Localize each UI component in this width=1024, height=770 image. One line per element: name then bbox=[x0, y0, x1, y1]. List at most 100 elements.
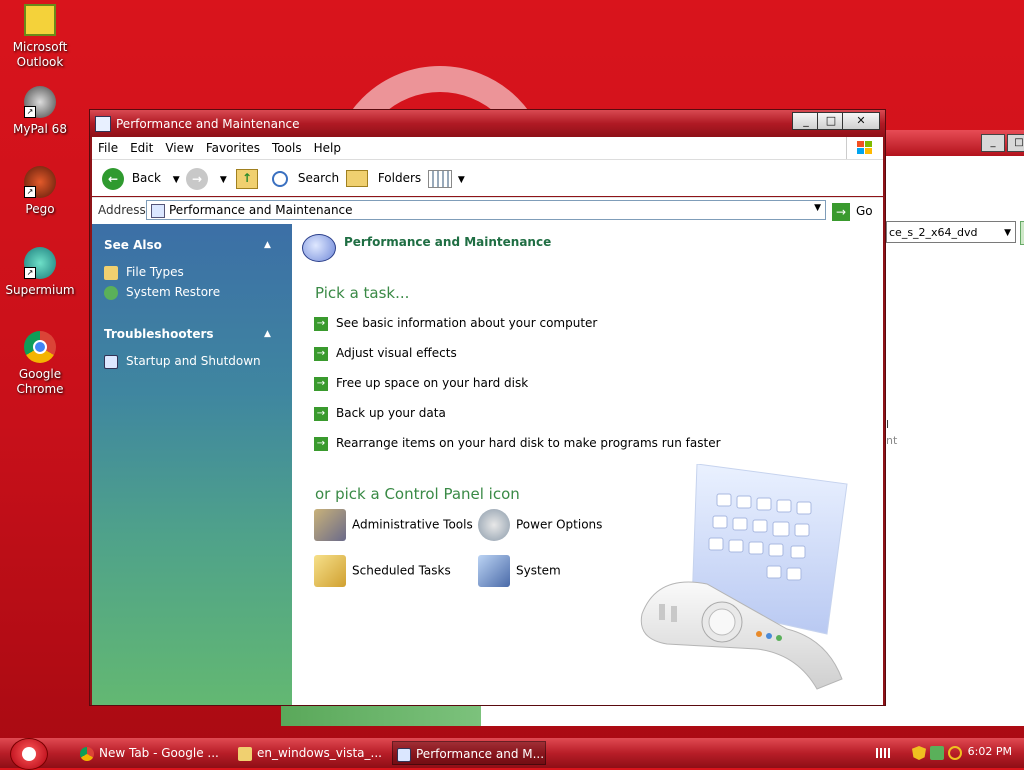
desktop-icon-pego[interactable]: ↗ Pego bbox=[0, 166, 80, 217]
see-also-heading[interactable]: See Also bbox=[104, 238, 162, 252]
cp-label: Administrative Tools bbox=[352, 517, 473, 532]
collapse-icon[interactable]: ▲ bbox=[264, 240, 271, 250]
desktop-icon-label: MyPal 68 bbox=[13, 122, 67, 136]
task-link[interactable]: → See basic information about your comput… bbox=[314, 316, 597, 331]
taskbar-button-chrome[interactable]: New Tab - Google ... bbox=[76, 741, 226, 765]
category-title: Performance and Maintenance bbox=[344, 235, 552, 249]
background-window[interactable]: _ □ bbox=[880, 130, 1024, 726]
views-icon bbox=[428, 169, 452, 188]
cp-power-options[interactable]: Power Options bbox=[478, 509, 602, 541]
pick-icon-heading: or pick a Control Panel icon bbox=[315, 485, 520, 503]
chrome-icon bbox=[80, 746, 94, 761]
go-button[interactable]: → Go bbox=[832, 201, 873, 221]
forward-button[interactable]: → ▼ bbox=[186, 166, 227, 190]
taskbar-clock[interactable]: 6:02 PM bbox=[968, 745, 1012, 758]
up-folder-icon: ↑ bbox=[236, 168, 258, 189]
sidebar-item-label: Startup and Shutdown bbox=[126, 354, 261, 368]
back-arrow-icon: ← bbox=[102, 167, 124, 190]
address-value: Performance and Maintenance bbox=[169, 203, 353, 217]
desktop-icon-supermium[interactable]: ↗ Supermium bbox=[0, 247, 80, 298]
background-combo[interactable]: ce_s_2_x64_dvd ▼ bbox=[886, 221, 1016, 243]
folder-icon bbox=[238, 746, 252, 761]
window-titlebar[interactable]: Performance and Maintenance _ □ ✕ bbox=[90, 110, 885, 137]
collapse-icon[interactable]: ▲ bbox=[264, 329, 271, 339]
search-button[interactable]: Search bbox=[272, 166, 339, 190]
desktop-icon-label: Pego bbox=[25, 202, 55, 216]
up-folder-button[interactable]: ↑ bbox=[236, 166, 258, 190]
help-icon bbox=[104, 354, 118, 369]
menu-bar: File Edit View Favorites Tools Help bbox=[92, 137, 883, 160]
task-pane: See Also ▲ File Types System Restore Tro… bbox=[92, 224, 292, 705]
address-bar: Address Performance and Maintenance ▼ → G… bbox=[92, 197, 883, 224]
troubleshooters-heading[interactable]: Troubleshooters bbox=[104, 327, 214, 341]
control-panel-icon bbox=[95, 116, 111, 132]
minimize-icon[interactable]: _ bbox=[981, 134, 1005, 152]
supermium-icon: ↗ bbox=[24, 247, 56, 279]
desktop-icon-label: Google bbox=[18, 367, 62, 381]
sidebar-item-label: File Types bbox=[126, 265, 184, 279]
administrative-tools-icon bbox=[314, 509, 346, 541]
sidebar-item-file-types[interactable]: File Types bbox=[104, 265, 184, 280]
task-link[interactable]: → Back up your data bbox=[314, 406, 446, 421]
menu-file[interactable]: File bbox=[92, 137, 124, 159]
desktop-icon-label: Chrome bbox=[16, 382, 64, 396]
views-button[interactable]: ▼ bbox=[428, 166, 465, 190]
performance-maintenance-icon bbox=[302, 234, 336, 262]
search-icon[interactable] bbox=[948, 746, 962, 760]
sidebar-item-system-restore[interactable]: System Restore bbox=[104, 285, 220, 300]
chevron-down-icon: ▼ bbox=[457, 175, 465, 185]
taskbar-button-performance[interactable]: Performance and M... bbox=[392, 741, 546, 765]
back-button[interactable]: ← Back ▼ bbox=[102, 166, 180, 190]
background-text: nt bbox=[886, 434, 898, 447]
desktop-icon-outlook[interactable]: Microsoft Outlook bbox=[0, 4, 80, 70]
start-button[interactable] bbox=[10, 738, 48, 770]
address-label: Address bbox=[98, 203, 146, 217]
task-link[interactable]: → Rearrange items on your hard disk to ma… bbox=[314, 436, 721, 451]
explorer-window[interactable]: Performance and Maintenance _ □ ✕ File Ed… bbox=[89, 109, 886, 706]
taskbar-button-folder[interactable]: en_windows_vista_... bbox=[234, 741, 388, 765]
chevron-down-icon: ▼ bbox=[219, 175, 227, 185]
maximize-button[interactable]: □ bbox=[817, 112, 845, 130]
task-link[interactable]: → Adjust visual effects bbox=[314, 346, 457, 361]
cp-label: Power Options bbox=[516, 517, 603, 532]
background-combo-value: ce_s_2_x64_dvd bbox=[889, 226, 978, 239]
keyboard-icon[interactable] bbox=[876, 748, 890, 758]
cp-administrative-tools[interactable]: Administrative Tools bbox=[314, 509, 473, 541]
task-link[interactable]: → Free up space on your hard disk bbox=[314, 376, 528, 391]
minimize-button[interactable]: _ bbox=[792, 112, 820, 130]
taskbar: New Tab - Google ... en_windows_vista_..… bbox=[0, 738, 1024, 770]
arrow-icon: → bbox=[314, 346, 328, 361]
start-orb-icon bbox=[22, 747, 36, 761]
menu-view[interactable]: View bbox=[159, 137, 199, 159]
task-label: Adjust visual effects bbox=[336, 346, 457, 360]
system-icon bbox=[478, 555, 510, 587]
folder-icon bbox=[346, 170, 368, 187]
cp-system[interactable]: System bbox=[478, 555, 561, 587]
maximize-icon[interactable]: □ bbox=[1007, 134, 1024, 152]
folders-button[interactable]: Folders bbox=[346, 166, 421, 190]
desktop-icon-label: Supermium bbox=[5, 283, 75, 297]
background-go-button[interactable] bbox=[1020, 221, 1024, 245]
close-button[interactable]: ✕ bbox=[842, 112, 880, 130]
control-panel-icon bbox=[151, 204, 165, 218]
cp-label: Scheduled Tasks bbox=[352, 563, 451, 578]
arrow-icon: → bbox=[314, 316, 328, 331]
cp-scheduled-tasks[interactable]: Scheduled Tasks bbox=[314, 555, 451, 587]
menu-edit[interactable]: Edit bbox=[124, 137, 159, 159]
menu-help[interactable]: Help bbox=[308, 137, 347, 159]
shield-icon[interactable] bbox=[912, 746, 926, 760]
desktop-icon-mypal[interactable]: ↗ MyPal 68 bbox=[0, 86, 80, 137]
sidebar-item-startup-shutdown[interactable]: Startup and Shutdown bbox=[104, 354, 261, 369]
menu-tools[interactable]: Tools bbox=[266, 137, 308, 159]
desktop-icon-chrome[interactable]: Google Chrome bbox=[0, 331, 80, 397]
chevron-down-icon[interactable]: ▼ bbox=[814, 203, 821, 213]
pego-icon: ↗ bbox=[24, 166, 56, 198]
menu-favorites[interactable]: Favorites bbox=[200, 137, 266, 159]
address-input[interactable]: Performance and Maintenance ▼ bbox=[146, 200, 826, 220]
control-panel-icon bbox=[397, 747, 411, 762]
desktop-icon-label: Outlook bbox=[16, 55, 64, 69]
forward-arrow-icon: → bbox=[186, 167, 208, 190]
background-text: l bbox=[886, 418, 890, 431]
chrome-icon bbox=[24, 331, 56, 363]
network-icon[interactable] bbox=[930, 746, 944, 760]
